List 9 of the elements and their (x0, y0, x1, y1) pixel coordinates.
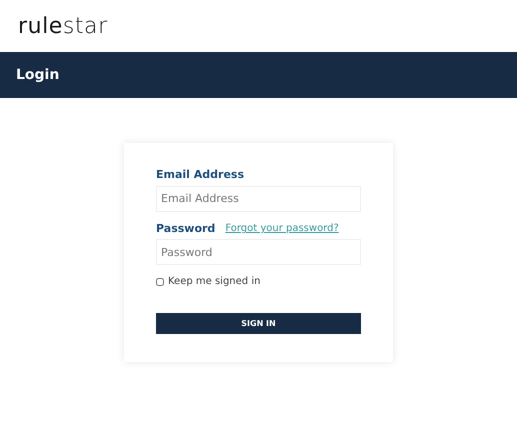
sign-in-button[interactable]: SIGN IN (156, 313, 361, 334)
email-field[interactable]: Email Address (156, 186, 361, 212)
banner-title: Login (16, 66, 60, 84)
remember-label: Keep me signed in (168, 275, 260, 289)
email-label: Email Address (156, 167, 246, 183)
password-field[interactable]: Password (156, 239, 361, 265)
remember-checkbox[interactable] (156, 278, 164, 286)
password-label: Password (156, 220, 216, 236)
logo: rulestar (18, 12, 108, 40)
